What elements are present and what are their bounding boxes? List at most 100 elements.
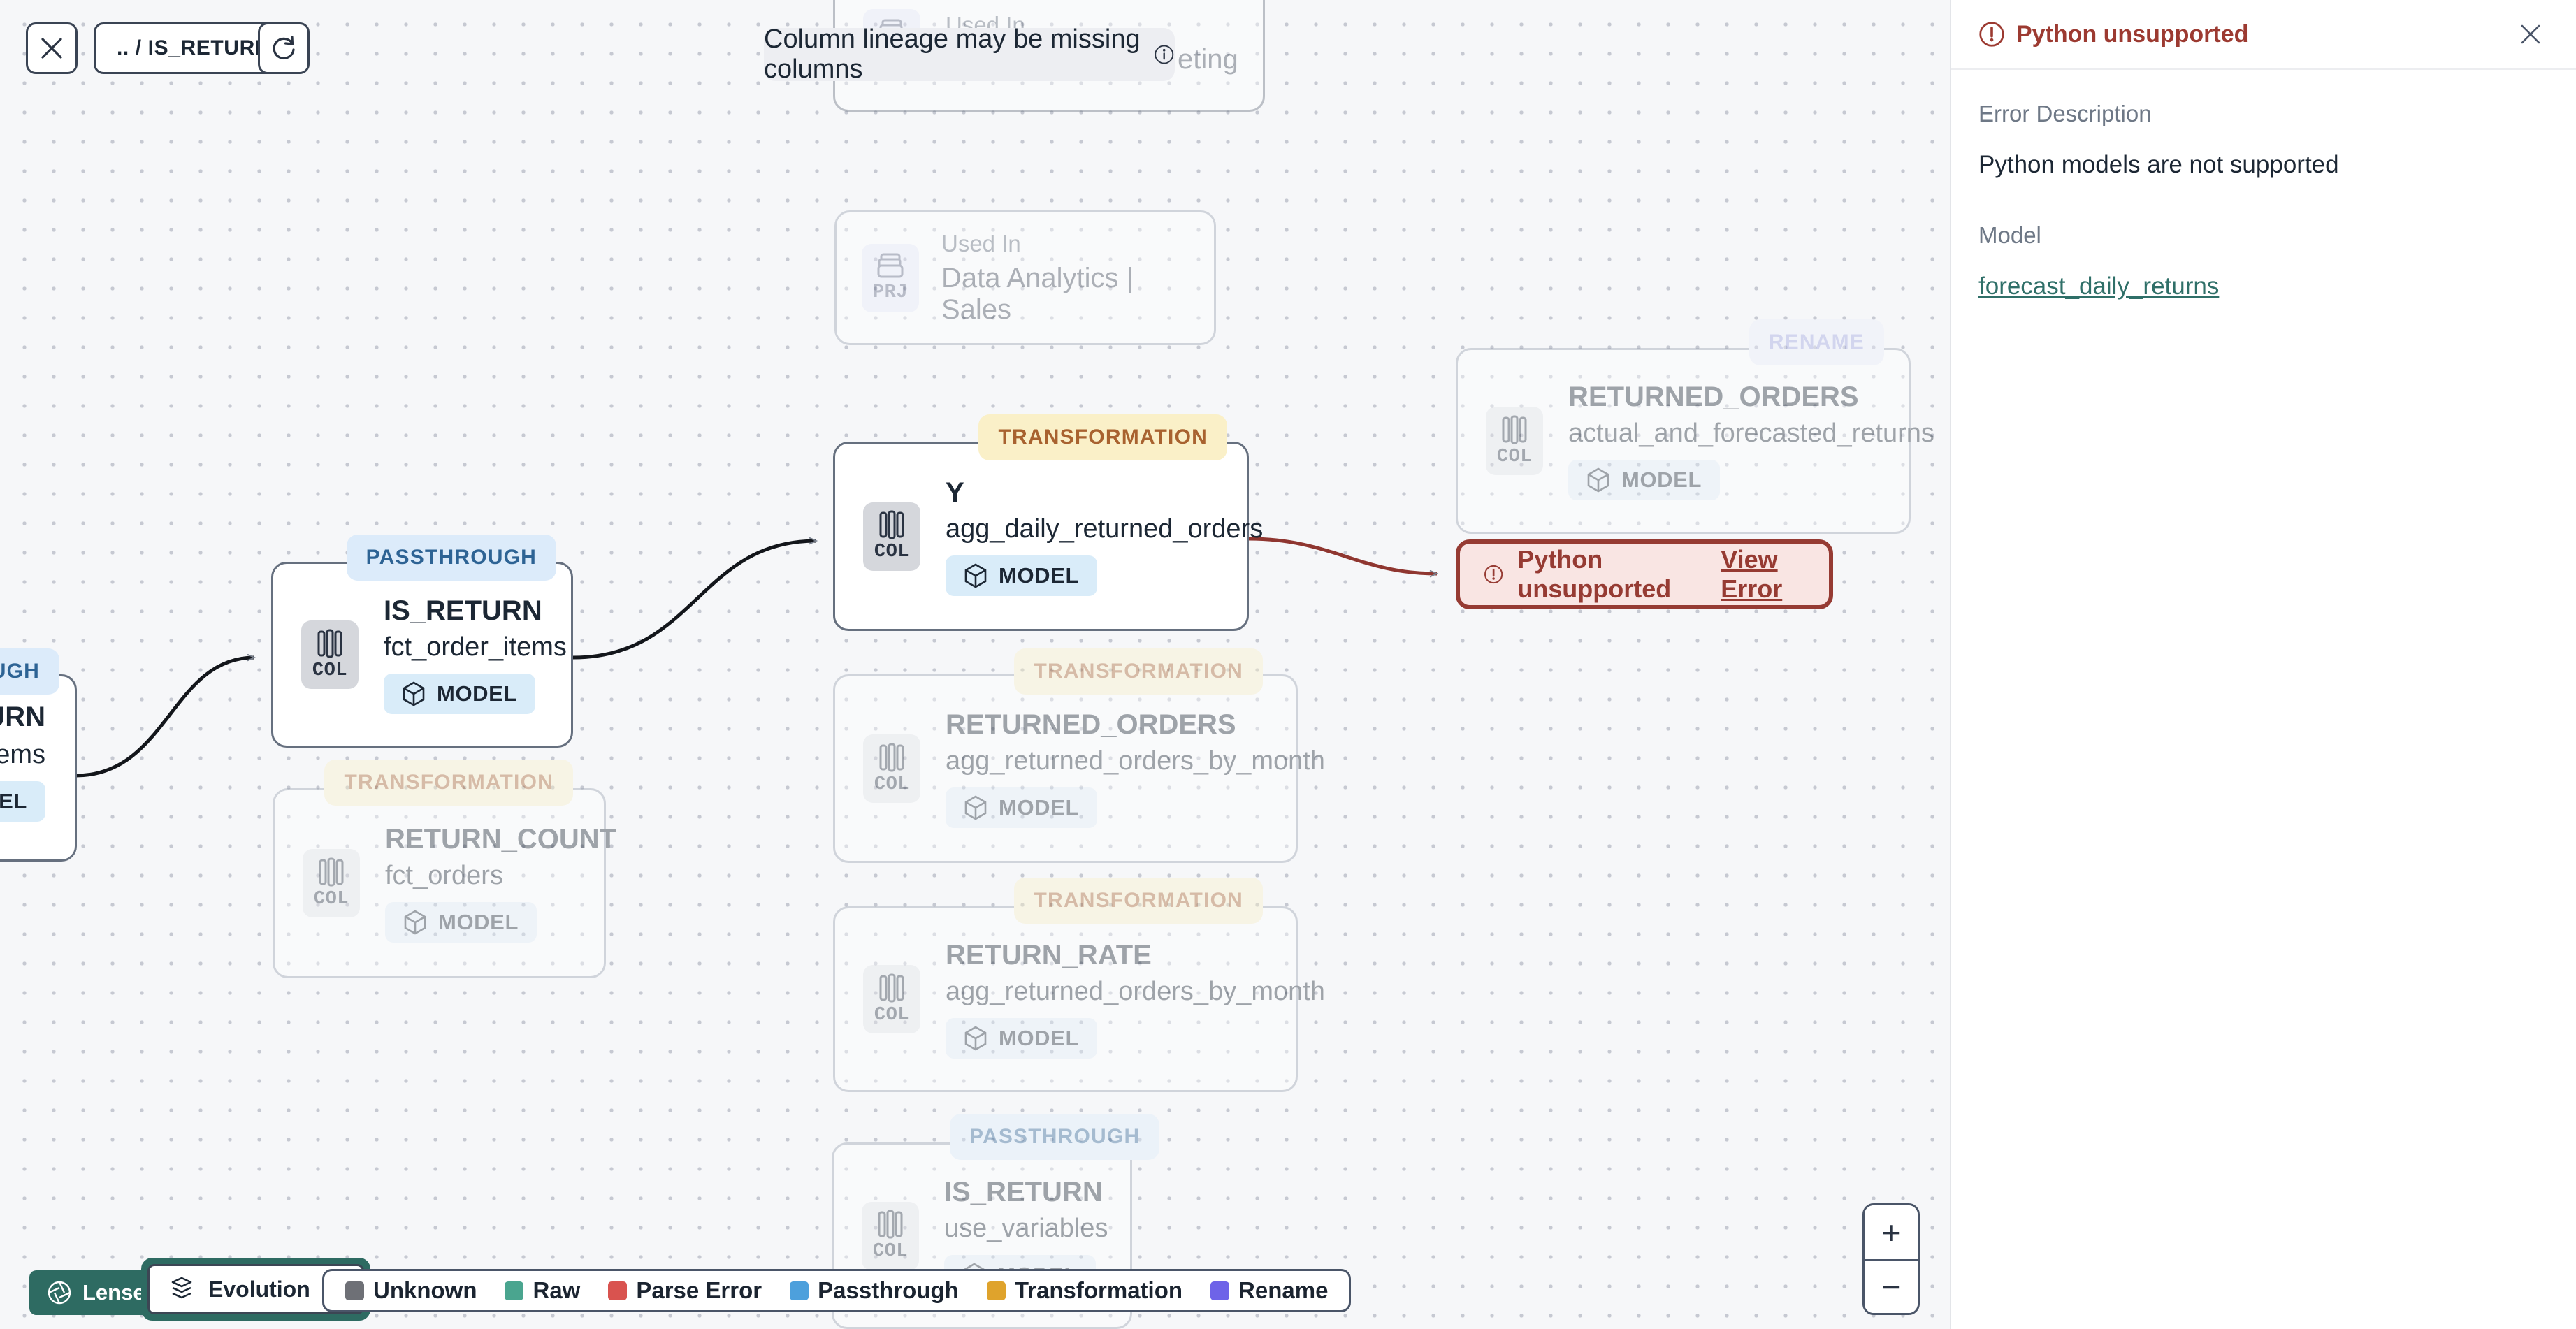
legend-swatch: [345, 1281, 364, 1300]
node-title: Used In: [941, 230, 1021, 256]
node-is-return-fct-order-items[interactable]: PASSTHROUGH COL IS_RETURN fct_order_item…: [271, 535, 573, 748]
node-subtitle: fct_order_items: [384, 632, 567, 662]
lineage-canvas[interactable]: PRJ Used In eting PRJ Used: [0, 0, 1950, 1329]
edge-type-legend: Unknown Raw Parse Error Passthrough Tran…: [322, 1269, 1352, 1312]
column-icon: COL: [863, 965, 920, 1033]
view-error-link[interactable]: View Error: [1721, 545, 1805, 604]
close-icon: [41, 38, 62, 59]
close-lineage-button[interactable]: [26, 22, 78, 74]
error-icon: [1484, 565, 1503, 584]
model-badge: MODEL: [385, 902, 537, 943]
transformation-badge: TRANSFORMATION: [978, 414, 1227, 460]
passthrough-badge: PASSTHROUGH: [346, 535, 556, 581]
column-icon: COL: [863, 502, 920, 571]
node-returned-orders-forecasted[interactable]: RENAME COL RETURNED_ORDERS actual_and_fo…: [1456, 319, 1934, 534]
error-icon: [1979, 22, 2004, 47]
transformation-badge: TRANSFORMATION: [324, 760, 573, 806]
node-return-count[interactable]: TRANSFORMATION COL RETURN_COUNT fct_orde…: [273, 760, 617, 978]
model-badge: MODEL: [946, 1018, 1098, 1059]
column-icon: COL: [1486, 407, 1543, 475]
cube-icon: [964, 563, 987, 588]
column-icon: COL: [303, 849, 360, 917]
refresh-icon: [273, 36, 295, 59]
node-used-in-sales[interactable]: PRJ Used In Data Analytics | Sales: [834, 210, 1216, 345]
project-icon-label: PRJ: [872, 282, 909, 303]
column-icon-label: COL: [872, 1241, 909, 1262]
column-icon: COL: [863, 734, 920, 803]
error-panel-header: Python unsupported: [1951, 0, 2576, 70]
error-node-python-unsupported[interactable]: Python unsupported View Error: [1456, 539, 1833, 609]
node-subtitle: fct_orders: [385, 861, 503, 890]
error-panel-body: Error Description Python models are not …: [1951, 70, 2576, 331]
node-subtitle-fragment: ems: [0, 740, 45, 769]
refresh-button[interactable]: [258, 22, 310, 74]
legend-item-unknown: Unknown: [345, 1277, 477, 1304]
node-subtitle: agg_daily_returned_orders: [946, 514, 1264, 544]
legend-swatch: [790, 1281, 809, 1300]
info-icon[interactable]: [1153, 41, 1175, 68]
passthrough-badge: PASSTHROUGH: [950, 1114, 1160, 1160]
legend-swatch: [505, 1281, 524, 1300]
error-panel-title: Python unsupported: [2016, 20, 2249, 48]
zoom-out-button[interactable]: −: [1865, 1259, 1918, 1313]
error-description-label: Error Description: [1978, 101, 2152, 126]
columns-icon: [877, 1210, 904, 1239]
node-subtitle: use_variables: [944, 1213, 1108, 1243]
legend-item-passthrough: Passthrough: [790, 1277, 959, 1304]
model-badge: MODEL: [384, 674, 536, 714]
zoom-controls: + −: [1862, 1203, 1920, 1315]
columns-icon: [878, 743, 905, 772]
node-subtitle: agg_returned_orders_by_month: [946, 977, 1325, 1006]
column-icon-label: COL: [1496, 446, 1533, 467]
node-subtitle: agg_returned_orders_by_month: [946, 746, 1325, 776]
project-icon: PRJ: [862, 243, 919, 312]
model-badge: MODEL: [1568, 460, 1721, 500]
model-link[interactable]: forecast_daily_returns: [1978, 273, 2219, 300]
node-title: IS_RETURN: [944, 1176, 1103, 1207]
cube-icon: [964, 1026, 987, 1051]
node-title-fragment: URN: [0, 702, 45, 732]
node-subtitle: Data Analytics | Sales: [941, 262, 1134, 325]
node-title: RETURN_RATE: [946, 940, 1152, 971]
legend-item-raw: Raw: [505, 1277, 580, 1304]
legend-swatch: [608, 1281, 628, 1300]
legend-item-rename: Rename: [1210, 1277, 1328, 1304]
node-y-agg-daily-returned-orders[interactable]: TRANSFORMATION COL Y agg_daily_returned_…: [833, 414, 1264, 631]
lens-mode-label: Evolution: [208, 1276, 310, 1302]
error-node-text: Python unsupported: [1517, 545, 1672, 603]
column-icon-label: COL: [312, 660, 348, 681]
legend-swatch: [1210, 1281, 1230, 1300]
edge-y-to-error: [1248, 537, 1437, 574]
node-title: RETURNED_ORDERS: [1568, 382, 1859, 412]
cube-icon: [403, 681, 425, 706]
node-returned-orders-monthly[interactable]: TRANSFORMATION COL RETURNED_ORDERS agg_r…: [833, 648, 1325, 863]
columns-icon: [878, 510, 905, 539]
edge-isreturn-to-y: [572, 541, 816, 660]
model-label: Model: [1978, 222, 2041, 248]
legend-item-parse-error: Parse Error: [608, 1277, 762, 1304]
stack-icon: [171, 1277, 192, 1299]
breadcrumb-label: .. / IS_RETURN: [117, 36, 271, 59]
error-description-text: Python models are not supported: [1978, 151, 2339, 178]
node-title: RETURN_COUNT: [385, 824, 617, 855]
passthrough-badge-fragment: OUGH: [0, 648, 59, 695]
cube-icon: [404, 910, 426, 935]
node-title: RETURNED_ORDERS: [946, 709, 1236, 740]
legend-item-transformation: Transformation: [986, 1277, 1182, 1304]
model-badge: MODEL: [946, 787, 1098, 828]
column-icon: COL: [301, 620, 359, 689]
aperture-icon: [48, 1281, 71, 1305]
column-icon-label: COL: [874, 774, 910, 795]
node-subtitle: actual_and_forecasted_returns: [1568, 419, 1934, 448]
close-panel-button[interactable]: [2513, 17, 2548, 52]
zoom-in-button[interactable]: +: [1865, 1205, 1918, 1259]
model-badge-fragment: DEL: [0, 781, 45, 822]
column-icon: COL: [862, 1201, 919, 1270]
legend-swatch: [986, 1281, 1006, 1300]
node-return-rate[interactable]: TRANSFORMATION COL RETURN_RATE agg_retur…: [833, 878, 1325, 1092]
node-left-partial[interactable]: OUGH URN ems DEL: [0, 648, 77, 862]
node-title: IS_RETURN: [384, 595, 542, 626]
columns-icon: [878, 973, 905, 1003]
column-icon-label: COL: [874, 542, 910, 562]
model-badge: MODEL: [946, 555, 1098, 596]
